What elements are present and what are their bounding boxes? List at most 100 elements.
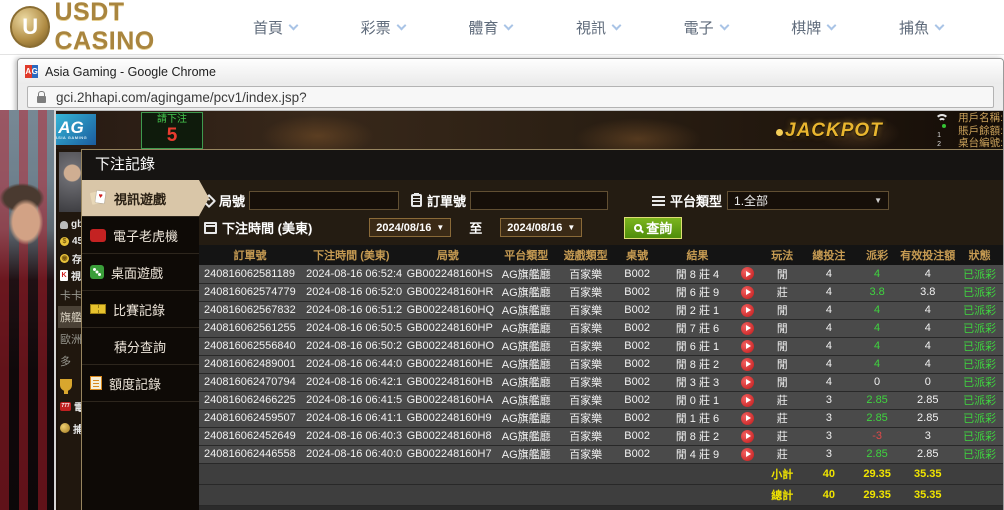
list-icon	[652, 195, 665, 206]
card-icon: K	[60, 270, 68, 281]
game-menu-item-2[interactable]: 歐洲	[58, 328, 81, 350]
empty-cell	[494, 463, 558, 484]
person-icon	[60, 221, 68, 229]
clipboard-icon	[411, 194, 422, 207]
game-menu-item-3[interactable]: 多	[58, 350, 81, 372]
play-type-cell: 閒	[762, 337, 803, 355]
menu-item-cards[interactable]: 視訊遊戲	[82, 180, 199, 217]
nav-item-4[interactable]: 電子	[684, 17, 728, 38]
ag-logo-subtext: ASIA GAMING	[55, 136, 87, 140]
valid-bet-cell: 2.85	[899, 391, 956, 409]
empty-cell	[558, 484, 613, 505]
play-button[interactable]	[741, 412, 754, 425]
round-input[interactable]	[249, 191, 399, 210]
bet-time-cell: 2024-08-16 06:40:38	[301, 427, 402, 445]
nav-item-0[interactable]: 首頁	[253, 17, 297, 38]
bet-time-cell: 2024-08-16 06:41:16	[301, 409, 402, 427]
play-button[interactable]	[741, 322, 754, 335]
result-cell: 閒 1 莊 6	[661, 409, 733, 427]
tournament-row[interactable]	[58, 372, 81, 398]
valid-bet-cell: 2.85	[899, 445, 956, 463]
empty-cell	[734, 484, 762, 505]
total-bet-cell: 3	[803, 427, 855, 445]
play-type-cell: 閒	[762, 265, 803, 283]
status-cell: 已派彩	[956, 409, 1003, 427]
platform-cell: AG旗艦廳	[494, 319, 558, 337]
valid-bet-cell: 2.85	[899, 409, 956, 427]
menu-item-ticket[interactable]: 比賽記錄	[82, 291, 199, 328]
play-button[interactable]	[741, 340, 754, 353]
status-cell: 已派彩	[956, 445, 1003, 463]
play-button[interactable]	[741, 358, 754, 371]
play-button[interactable]	[741, 394, 754, 407]
round-no-cell: GB002248160H7	[402, 445, 494, 463]
payout-cell: 4	[855, 319, 899, 337]
bet-time-cell: 2024-08-16 06:50:23	[301, 337, 402, 355]
fishing-row[interactable]: 捕	[58, 415, 81, 441]
bet-time-cell: 2024-08-16 06:52:40	[301, 265, 402, 283]
bet-time-cell: 2024-08-16 06:52:02	[301, 283, 402, 301]
bet-time-cell: 2024-08-16 06:42:15	[301, 373, 402, 391]
nav-item-5[interactable]: 棋牌	[791, 17, 835, 38]
platform-cell: AG旗艦廳	[494, 391, 558, 409]
site-logo[interactable]: U USDT CASINO	[10, 0, 225, 56]
total-row: 總計4029.3535.35	[199, 484, 1003, 505]
menu-item-label: 電子老虎機	[113, 226, 178, 245]
platform-cell: AG旗艦廳	[494, 355, 558, 373]
nav-item-6[interactable]: 捕魚	[899, 17, 943, 38]
main-nav: 首頁 彩票 體育 視訊 電子 棋牌 捕魚	[253, 17, 943, 38]
play-button[interactable]	[741, 286, 754, 299]
empty-cell	[956, 484, 1003, 505]
empty-cell	[661, 484, 733, 505]
deposit-button[interactable]: ◉存款	[58, 250, 81, 267]
column-header: 下注時間 (美東)	[301, 245, 402, 265]
nav-item-label: 彩票	[361, 17, 391, 38]
empty-cell	[402, 463, 494, 484]
menu-item-slot[interactable]: 電子老虎機	[82, 217, 199, 254]
total-bet-cell: 4	[803, 373, 855, 391]
play-type-cell: 閒	[762, 301, 803, 319]
play-type-cell: 莊	[762, 409, 803, 427]
play-type-cell: 莊	[762, 391, 803, 409]
platform-select[interactable]: 1.全部▼	[727, 191, 889, 210]
menu-item-diamond[interactable]: 積分查詢	[82, 328, 199, 365]
play-button[interactable]	[741, 267, 754, 280]
round-no-cell: GB002248160HR	[402, 283, 494, 301]
valid-bet-cell: 0	[899, 373, 956, 391]
total-bet-cell: 4	[803, 265, 855, 283]
order-input[interactable]	[470, 191, 608, 210]
nav-item-1[interactable]: 彩票	[361, 17, 405, 38]
chrome-titlebar[interactable]: A G Asia Gaming - Google Chrome	[18, 59, 1003, 84]
round-no-cell: GB002248160HQ	[402, 301, 494, 319]
table-no-cell: B002	[613, 355, 661, 373]
video-game-row[interactable]: K視	[58, 267, 81, 284]
column-header: 訂單號	[199, 245, 301, 265]
search-button[interactable]: 查詢	[624, 217, 682, 239]
total-bet-cell: 4	[803, 355, 855, 373]
payout-cell: 4	[855, 265, 899, 283]
play-type-cell: 莊	[762, 445, 803, 463]
ag-logo-text: AG	[58, 119, 84, 136]
records-table: 訂單號下注時間 (美東)局號平台類型遊戲類型桌號結果玩法總投注派彩有效投注額狀態…	[199, 245, 1003, 506]
payout-cell: 2.85	[855, 445, 899, 463]
address-bar[interactable]: gci.2hhapi.com/agingame/pcv1/index.jsp?	[27, 86, 994, 108]
game-type-cell: 百家樂	[558, 409, 613, 427]
game-menu-item-1[interactable]: 旗艦	[58, 306, 81, 328]
nav-item-3[interactable]: 視訊	[576, 17, 620, 38]
status-cell: 已派彩	[956, 355, 1003, 373]
menu-item-doc[interactable]: 額度記錄	[82, 365, 199, 402]
date-to-picker[interactable]: 2024/08/16▼	[500, 218, 582, 237]
nav-item-2[interactable]: 體育	[468, 17, 512, 38]
menu-item-dice[interactable]: 桌面遊戲	[82, 254, 199, 291]
valid-bet-cell: 4	[899, 301, 956, 319]
play-button[interactable]	[741, 448, 754, 461]
play-button[interactable]	[741, 376, 754, 389]
date-from-picker[interactable]: 2024/08/16▼	[369, 218, 451, 237]
play-button[interactable]	[741, 304, 754, 317]
menu-item-label: 視訊遊戲	[114, 189, 166, 208]
total-bet-cell: 4	[803, 301, 855, 319]
play-button[interactable]	[741, 430, 754, 443]
coin-icon	[776, 129, 783, 136]
slot-row[interactable]: 777電子	[58, 398, 81, 415]
game-menu-item-0[interactable]: 卡卡	[58, 284, 81, 306]
